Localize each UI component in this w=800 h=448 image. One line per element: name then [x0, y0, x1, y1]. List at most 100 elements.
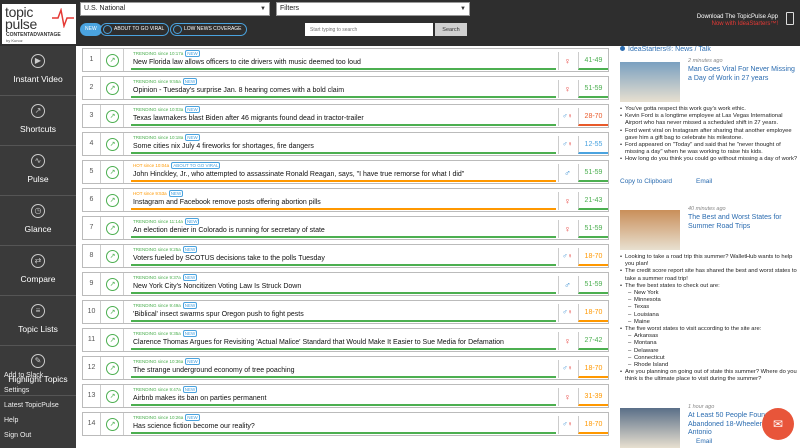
table-row[interactable]: 9 ↗ TRENDING since 9:37a NEW New York City's…: [82, 272, 609, 296]
table-row[interactable]: 2 ↗ TRENDING since 9:55a NEW Opinion - Tuesd…: [82, 76, 609, 100]
topicpulse-logo[interactable]: topic pulse CONTENTADVANTAGE by Kunoz: [2, 4, 76, 44]
new-filter-button[interactable]: NEW: [80, 23, 102, 36]
pulse-graph-icon[interactable]: ↗: [106, 250, 119, 263]
table-row[interactable]: 10 ↗ TRENDING since 9:49a NEW 'Biblical' ins…: [82, 300, 609, 324]
article-image[interactable]: [620, 408, 680, 448]
filters-dropdown[interactable]: Filters ▼: [276, 2, 470, 16]
pulse-graph-icon[interactable]: ↗: [106, 194, 119, 207]
article-title[interactable]: Man Goes Viral For Never Missing a Day o…: [688, 66, 798, 83]
row-title[interactable]: Airbnb makes its ban on parties permanen…: [133, 395, 266, 402]
sidebar-link-add-to-slack[interactable]: Add to Slack: [4, 372, 43, 379]
row-trend-line: [131, 404, 556, 406]
sidebar-item-pulse[interactable]: ∿ Pulse: [0, 146, 76, 196]
pulse-graph-icon[interactable]: ↗: [106, 54, 119, 67]
row-title[interactable]: 'Biblical' insect swarms spur Oregon pus…: [133, 311, 304, 318]
table-row[interactable]: 1 ↗ TRENDING since 10:17a NEW New Florida la…: [82, 48, 609, 72]
table-row[interactable]: 11 ↗ TRENDING since 9:35a NEW Clarence Thoma…: [82, 328, 609, 352]
copy-to-clipboard-button[interactable]: Copy to Clipboard: [620, 178, 672, 185]
row-number: 1: [83, 49, 101, 71]
sidebar-link-latest-topicpulse[interactable]: Latest TopicPulse: [4, 402, 59, 409]
email-button[interactable]: Email: [696, 178, 712, 185]
row-title[interactable]: Texas lawmakers blast Biden after 46 mig…: [133, 115, 364, 122]
row-meta: TRENDING since 9:37a NEW: [133, 274, 198, 281]
article-bullet: Connecticut: [620, 355, 800, 362]
pulse-graph-icon[interactable]: ↗: [106, 166, 119, 179]
row-title[interactable]: Instagram and Facebook remove posts offe…: [133, 199, 321, 206]
article-bullet: The five worst states to visit according…: [620, 326, 800, 333]
pulse-logo-icon: [52, 8, 74, 28]
article-image[interactable]: [620, 62, 680, 102]
sidebar-item-topic-lists[interactable]: ≡ Topic Lists: [0, 296, 76, 346]
row-trend-line: [131, 348, 556, 350]
search-input[interactable]: [305, 23, 433, 36]
sidebar-item-compare[interactable]: ⇄ Compare: [0, 246, 76, 296]
sidebar-link-help[interactable]: Help: [4, 417, 18, 424]
article-bullet: How long do you think you could go witho…: [620, 156, 800, 163]
row-status: HOT since 10:04a: [133, 163, 170, 168]
row-number: 4: [83, 133, 101, 155]
row-title[interactable]: Some cities nix July 4 fireworks for sho…: [133, 143, 314, 150]
row-trend-line: [131, 376, 556, 378]
table-row[interactable]: 12 ↗ TRENDING since 10:36a NEW The strange u…: [82, 356, 609, 380]
sidebar-item-glance[interactable]: ◷ Glance: [0, 196, 76, 246]
table-row[interactable]: 5 ↗ HOT since 10:04a ABOUT TO GO VIRAL John …: [82, 160, 609, 184]
table-row[interactable]: 8 ↗ TRENDING since 9:25a NEW Voters fueled b…: [82, 244, 609, 268]
row-title[interactable]: Opinion - Tuesday's surprise Jan. 8 hear…: [133, 87, 344, 94]
pulse-graph-icon[interactable]: ↗: [106, 222, 119, 235]
row-title[interactable]: The strange underground economy of tree …: [133, 367, 295, 374]
sidebar-link-settings[interactable]: Settings: [4, 387, 29, 394]
table-row[interactable]: 3 ↗ TRENDING since 10:03a NEW Texas lawmaker…: [82, 104, 609, 128]
news-header[interactable]: IdeaStarters®: News / Talk: [620, 46, 711, 53]
low-label: LOW NEWS COVERAGE: [184, 26, 242, 32]
download-app-link[interactable]: Download The TopicPulse App Now with Ide…: [697, 14, 778, 28]
row-title[interactable]: An election denier in Colorado is runnin…: [133, 227, 325, 234]
region-dropdown[interactable]: U.S. National ▼: [80, 2, 270, 16]
table-row[interactable]: 13 ↗ TRENDING since 9:47a NEW Airbnb makes i…: [82, 384, 609, 408]
sidebar-link-sign-out[interactable]: Sign Out: [4, 432, 31, 439]
sidebar-item-instant-video[interactable]: ▶ Instant Video: [0, 46, 76, 96]
row-title[interactable]: John Hinckley, Jr., who attempted to ass…: [133, 171, 464, 178]
chat-button[interactable]: ✉: [762, 408, 794, 440]
row-status: TRENDING since 9:55a: [133, 79, 181, 84]
download-line2: Now with IdeaStarters™!: [711, 21, 778, 27]
row-title[interactable]: New York City's Noncitizen Voting Law Is…: [133, 283, 301, 290]
age-range: 18-70: [578, 360, 608, 378]
new-badge: NEW: [185, 106, 200, 113]
table-row[interactable]: 14 ↗ TRENDING since 10:26a NEW Has science f…: [82, 412, 609, 436]
table-row[interactable]: 6 ↗ HOT since 9:53a NEW Instagram and Facebo…: [82, 188, 609, 212]
row-title[interactable]: New Florida law allows officers to cite …: [133, 59, 361, 66]
pulse-graph-icon[interactable]: ↗: [106, 362, 119, 375]
age-range: 18-70: [578, 416, 608, 434]
viral-label: ABOUT TO GO VIRAL: [114, 26, 165, 32]
row-title[interactable]: Has science fiction become our reality?: [133, 423, 255, 430]
pulse-graph-icon[interactable]: ↗: [106, 110, 119, 123]
row-trend-line: [131, 208, 556, 210]
email-button[interactable]: Email: [696, 438, 712, 445]
article-bullet: You've gotta respect this work guy's wor…: [620, 106, 800, 113]
pulse-graph-icon[interactable]: ↗: [106, 306, 119, 319]
low-coverage-filter-button[interactable]: LOW NEWS COVERAGE: [170, 23, 247, 36]
chat-icon: ✉: [772, 417, 784, 431]
age-range: 51-59: [578, 276, 608, 294]
age-range: 18-70: [578, 248, 608, 266]
article-title[interactable]: The Best and Worst States for Summer Roa…: [688, 214, 798, 231]
table-row[interactable]: 4 ↗ TRENDING since 10:18a NEW Some cities ni…: [82, 132, 609, 156]
pulse-graph-icon[interactable]: ↗: [106, 418, 119, 431]
row-divider: [123, 49, 124, 71]
viral-filter-button[interactable]: ABOUT TO GO VIRAL: [100, 23, 170, 36]
article-image[interactable]: [620, 210, 680, 250]
gender-icon: ♀: [558, 80, 576, 98]
pulse-graph-icon[interactable]: ↗: [106, 138, 119, 151]
table-row[interactable]: 7 ↗ TRENDING since 11:14a NEW An election de…: [82, 216, 609, 240]
sidebar-item-shortcuts[interactable]: ↗ Shortcuts: [0, 96, 76, 146]
pulse-graph-icon[interactable]: ↗: [106, 82, 119, 95]
gender-icon: ♂♀: [558, 136, 576, 154]
pulse-graph-icon[interactable]: ↗: [106, 278, 119, 291]
row-title[interactable]: Voters fueled by SCOTUS decisions take t…: [133, 255, 325, 262]
search-button[interactable]: Search: [435, 23, 467, 36]
row-trend-line: [131, 96, 556, 98]
row-meta: TRENDING since 10:17a NEW: [133, 50, 200, 57]
pulse-graph-icon[interactable]: ↗: [106, 390, 119, 403]
row-title[interactable]: Clarence Thomas Argues for Revisiting 'A…: [133, 339, 504, 346]
pulse-graph-icon[interactable]: ↗: [106, 334, 119, 347]
